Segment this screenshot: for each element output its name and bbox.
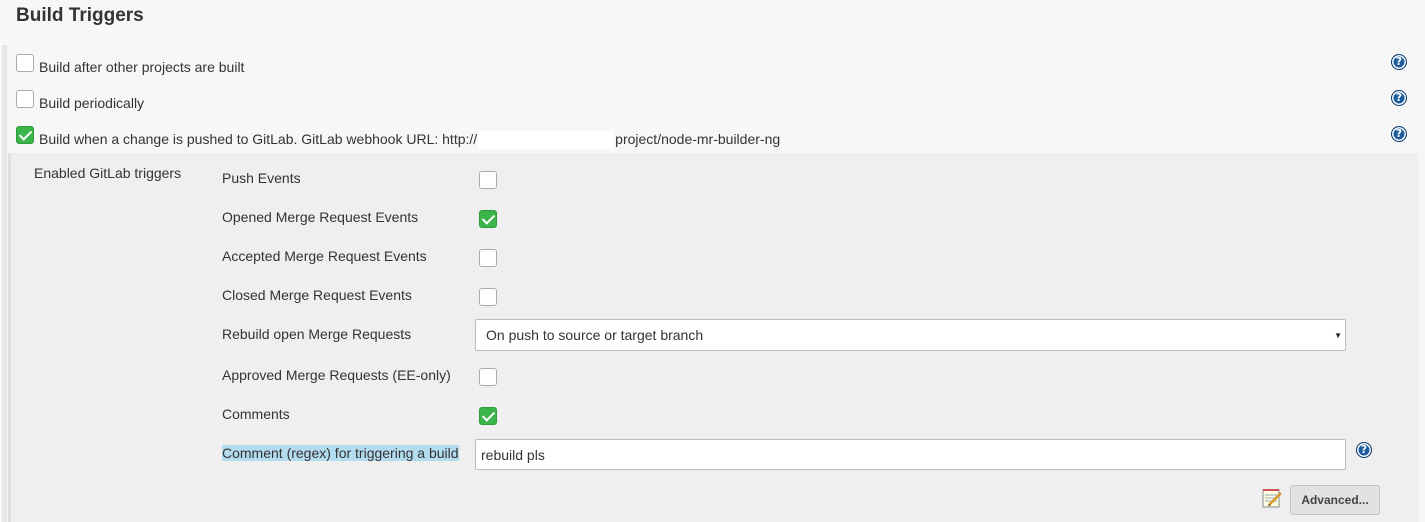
- build-periodically-label[interactable]: Build periodically: [39, 95, 144, 111]
- webhook-label-suffix: project/node-mr-builder-ng: [615, 131, 781, 147]
- help-icon[interactable]: ?: [1356, 442, 1372, 458]
- push-events-checkbox[interactable]: [479, 171, 497, 189]
- advanced-button[interactable]: Advanced...: [1290, 485, 1380, 515]
- rebuild-open-mr-value: On push to source or target branch: [486, 327, 704, 343]
- trigger-row-after-other-projects: Build after other projects are built ?: [8, 50, 1418, 86]
- push-events-label: Push Events: [222, 170, 301, 186]
- notepad-icon[interactable]: [1261, 487, 1283, 509]
- opened-mr-events-label: Opened Merge Request Events: [222, 209, 419, 225]
- rebuild-open-mr-select[interactable]: On push to source or target branch ▼: [475, 319, 1346, 351]
- comment-regex-label: Comment (regex) for triggering a build: [222, 445, 459, 461]
- accepted-mr-events-checkbox[interactable]: [479, 249, 497, 267]
- comments-checkbox[interactable]: [479, 407, 497, 425]
- section-title: Build Triggers: [16, 5, 144, 26]
- accepted-mr-events-label: Accepted Merge Request Events: [222, 248, 427, 264]
- trigger-row-periodically: Build periodically ?: [8, 86, 1418, 122]
- build-after-other-projects-label[interactable]: Build after other projects are built: [39, 59, 244, 75]
- enabled-gitlab-triggers-label: Enabled GitLab triggers: [34, 165, 182, 181]
- build-on-gitlab-push-label[interactable]: Build when a change is pushed to GitLab.…: [39, 131, 781, 150]
- approved-mr-checkbox[interactable]: [479, 368, 497, 386]
- webhook-label-prefix: Build when a change is pushed to GitLab.…: [39, 131, 478, 147]
- approved-mr-label: Approved Merge Requests (EE-only): [222, 367, 451, 383]
- help-icon[interactable]: ?: [1391, 126, 1407, 142]
- build-on-gitlab-push-checkbox[interactable]: [16, 126, 34, 144]
- opened-mr-events-checkbox[interactable]: [479, 210, 497, 228]
- rebuild-open-mr-label: Rebuild open Merge Requests: [222, 326, 412, 342]
- help-icon[interactable]: ?: [1391, 54, 1407, 70]
- help-icon[interactable]: ?: [1391, 90, 1407, 106]
- build-periodically-checkbox[interactable]: [16, 90, 34, 108]
- section-left-bar: [2, 45, 7, 522]
- comments-label: Comments: [222, 406, 290, 422]
- nested-left-bar: [8, 153, 11, 522]
- comment-regex-input[interactable]: [475, 439, 1346, 470]
- closed-mr-events-checkbox[interactable]: [479, 288, 497, 306]
- chevron-down-icon: ▼: [1334, 331, 1342, 340]
- build-after-other-projects-checkbox[interactable]: [16, 54, 34, 72]
- closed-mr-events-label: Closed Merge Request Events: [222, 287, 412, 303]
- redacted-url-segment: [478, 131, 615, 150]
